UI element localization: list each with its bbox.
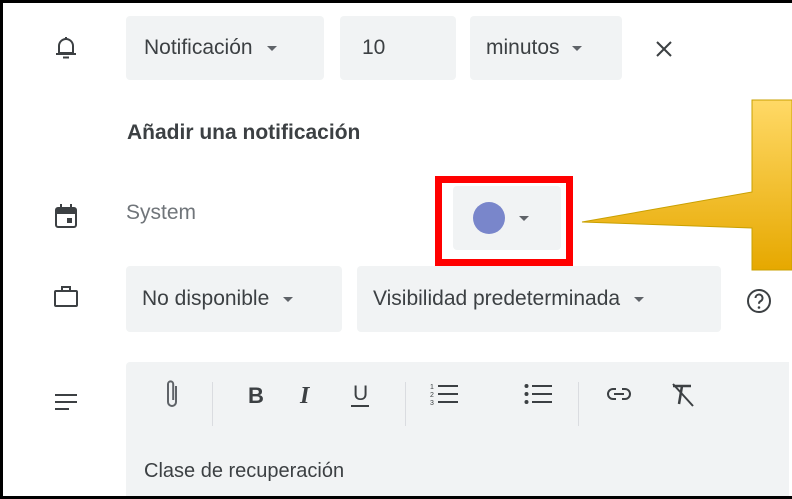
visibility-label: Visibilidad predeterminada <box>373 287 621 310</box>
chevron-down-icon <box>634 296 645 302</box>
toolbar-separator <box>578 382 579 426</box>
notification-amount-value: 10 <box>362 36 386 59</box>
svg-text:I: I <box>299 383 311 409</box>
notification-type-dropdown[interactable]: Notificación <box>126 16 324 80</box>
notification-unit-dropdown[interactable]: minutos <box>470 16 622 80</box>
chevron-down-icon <box>571 45 582 51</box>
numbered-list-icon[interactable]: 1 2 3 <box>430 378 460 410</box>
link-icon[interactable] <box>606 378 632 410</box>
help-icon[interactable] <box>746 288 772 314</box>
svg-text:2: 2 <box>430 392 434 399</box>
highlight-box <box>435 176 573 266</box>
bell-icon <box>56 37 76 59</box>
notification-unit-label: minutos <box>486 36 560 59</box>
bulleted-list-icon[interactable] <box>524 378 554 410</box>
underline-icon[interactable]: U <box>348 378 372 410</box>
chevron-down-icon <box>266 45 277 51</box>
svg-text:U: U <box>353 382 368 405</box>
clear-formatting-icon[interactable] <box>669 378 697 410</box>
svg-text:B: B <box>248 383 264 408</box>
callout-arrow <box>581 99 792 271</box>
briefcase-icon <box>54 286 78 307</box>
description-text[interactable]: Clase de recuperación <box>144 460 344 483</box>
calendar-icon <box>55 204 77 228</box>
italic-icon[interactable]: I <box>296 378 320 410</box>
svg-text:3: 3 <box>430 400 434 407</box>
notification-amount-input[interactable]: 10 <box>340 16 456 80</box>
toolbar-separator <box>212 382 213 426</box>
visibility-dropdown[interactable]: Visibilidad predeterminada <box>357 266 721 332</box>
availability-label: No disponible <box>142 287 270 310</box>
notification-type-label: Notificación <box>144 36 253 59</box>
toolbar-separator <box>405 382 406 426</box>
close-icon[interactable] <box>655 40 673 58</box>
description-icon <box>55 394 77 410</box>
paperclip-icon[interactable] <box>163 378 181 410</box>
availability-dropdown[interactable]: No disponible <box>126 266 342 332</box>
bold-icon[interactable]: B <box>244 378 268 410</box>
add-notification-link[interactable]: Añadir una notificación <box>127 121 360 145</box>
chevron-down-icon <box>283 296 294 302</box>
calendar-name: System <box>126 201 197 224</box>
svg-text:1: 1 <box>430 384 434 391</box>
